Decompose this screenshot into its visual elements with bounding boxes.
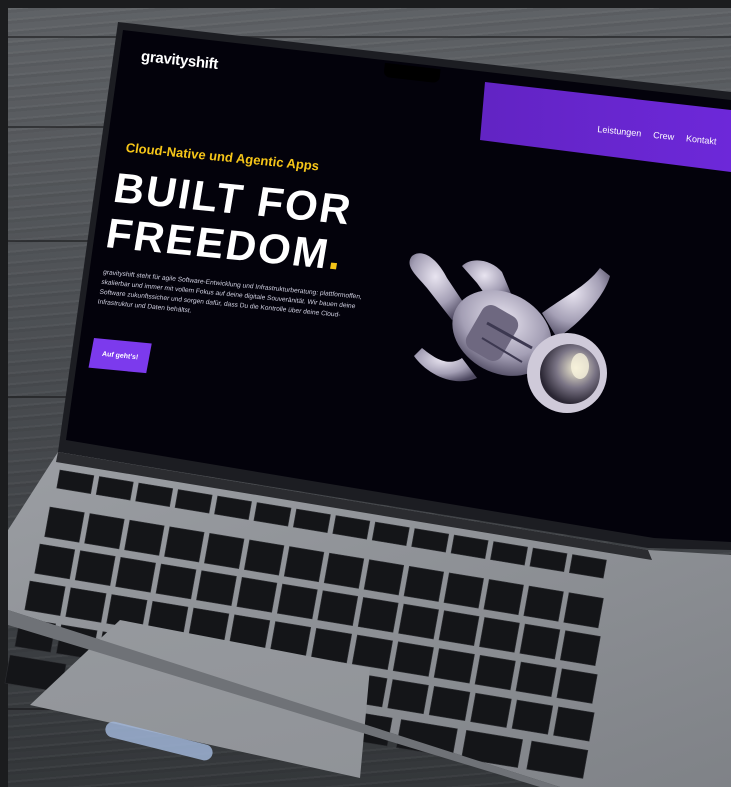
- keyboard-key: [428, 686, 471, 721]
- keyboard-key: [403, 565, 445, 602]
- keyboard-key: [470, 692, 512, 728]
- keyboard-key: [292, 508, 331, 533]
- keyboard-key: [363, 559, 405, 596]
- keyboard-key: [155, 563, 197, 600]
- keyboard-key: [398, 603, 439, 640]
- keyboard-key: [490, 541, 528, 566]
- keyboard-key: [519, 623, 561, 660]
- keyboard-key: [433, 648, 475, 684]
- keyboard-key: [483, 579, 524, 616]
- keyboard-key: [526, 740, 589, 779]
- keyboard-key: [357, 597, 399, 633]
- keyboard-key: [34, 543, 76, 580]
- keyboard-key: [65, 587, 107, 623]
- keyboard-key: [253, 502, 292, 527]
- keyboard-key: [392, 641, 434, 677]
- keyboard-key: [438, 610, 480, 646]
- keyboard-key: [283, 546, 325, 583]
- keyboard-key: [74, 550, 116, 586]
- keyboard-key: [568, 554, 607, 579]
- keyboard-key: [164, 526, 205, 563]
- keyboard-key: [56, 469, 95, 494]
- keyboard-key: [387, 679, 429, 715]
- keyboard-key: [124, 519, 165, 556]
- keyboard-key: [236, 577, 278, 613]
- keyboard-key: [371, 521, 410, 546]
- keyboard-key: [115, 556, 156, 593]
- keyboard-key: [84, 513, 125, 550]
- keyboard-key: [443, 572, 484, 609]
- keyboard-key: [323, 552, 365, 589]
- keyboard-key: [523, 585, 564, 622]
- keyboard-key: [411, 528, 450, 553]
- keyboard-key: [529, 547, 568, 573]
- keyboard-key: [310, 627, 353, 664]
- keyboard-key: [204, 533, 245, 569]
- keyboard-key: [515, 661, 557, 697]
- keyboard-key: [450, 534, 489, 559]
- keyboard-key: [196, 570, 237, 606]
- keyboard-key: [474, 654, 516, 691]
- keyboard-key: [556, 668, 598, 704]
- keyboard-key: [317, 590, 359, 626]
- keyboard-key: [511, 699, 554, 735]
- keyboard-key: [95, 476, 134, 501]
- keyboard-key: [553, 706, 595, 742]
- keyboard-key: [479, 617, 520, 653]
- keyboard-key: [351, 634, 393, 670]
- keyboard-key: [559, 630, 601, 667]
- keyboard-key: [135, 482, 174, 507]
- keyboard-key: [214, 495, 252, 520]
- keyboard-key: [44, 506, 85, 543]
- keyboard-key: [24, 580, 66, 616]
- keyboard-key: [174, 489, 213, 514]
- keyboard-key: [276, 583, 318, 620]
- keyboard-key: [563, 592, 604, 629]
- keyboard-key: [332, 515, 371, 540]
- keyboard-key: [243, 539, 285, 576]
